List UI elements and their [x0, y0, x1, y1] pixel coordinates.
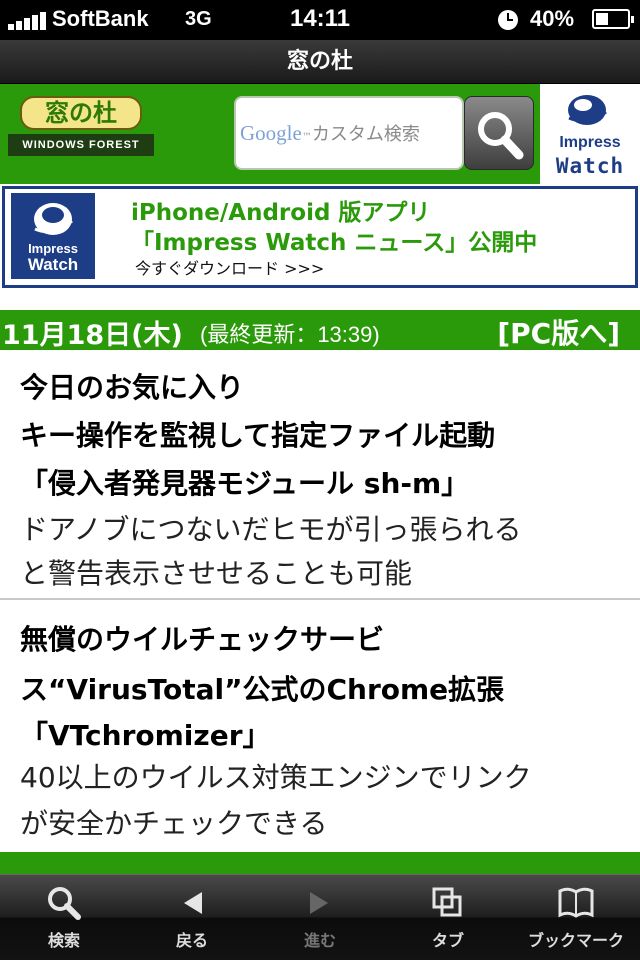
last-updated: (最終更新：13:39): [200, 322, 380, 347]
toolbar-forward-button[interactable]: 進む: [256, 875, 384, 960]
banner-subheadline: 「Impress Watch ニュース」公開中: [131, 230, 538, 256]
site-logo[interactable]: 窓の杜 WINDOWS FOREST: [8, 96, 154, 156]
date-bar: 11月18日(木) (最終更新：13:39) [PC版へ]: [0, 310, 640, 352]
globe-icon: [568, 95, 607, 125]
article-title-line: ス“VirusTotal”公式のChrome拡張: [20, 673, 505, 706]
article-title-line: 「侵入者発見器モジュール sh-m」: [20, 467, 470, 500]
toolbar-label: ブックマーク: [527, 931, 624, 950]
banner-download-link[interactable]: 今すぐダウンロード >>>: [135, 255, 324, 279]
banner-logo-line2: Watch: [27, 255, 79, 274]
toolbar-label: 進む: [303, 931, 336, 950]
date-label: 11月18日(木): [2, 320, 183, 351]
toolbar-label: 戻る: [175, 931, 208, 950]
impress-line2: Watch: [555, 154, 625, 178]
impress-watch-logo[interactable]: Impress Watch: [540, 84, 640, 184]
toolbar-back-button[interactable]: 戻る: [128, 875, 256, 960]
app-banner[interactable]: Impress Watch iPhone/Android 版アプリ 「Impre…: [2, 186, 638, 288]
impress-line1: Impress: [559, 134, 621, 151]
page-title: 窓の杜: [0, 40, 640, 84]
banner-logo: Impress Watch: [11, 193, 95, 279]
article-title-line: 無償のウイルチェックサービ: [20, 623, 385, 656]
logo-name: 窓の杜: [20, 96, 142, 130]
article-description-line: が安全かチェックできる: [20, 807, 328, 840]
article-title-line: キー操作を監視して指定ファイル起動: [20, 419, 496, 452]
site-header: 窓の杜 WINDOWS FOREST Google™カスタム検索 Impress…: [0, 84, 640, 184]
forward-arrow-icon: [310, 892, 328, 914]
bookmark-book-icon: [558, 887, 594, 918]
logo-subtitle: WINDOWS FOREST: [8, 134, 154, 156]
toolbar-tabs-button[interactable]: タブ: [384, 875, 512, 960]
article-description-line: ドアノブにつないだヒモが引っ張られる: [20, 513, 522, 546]
search-input[interactable]: Google™カスタム検索: [234, 96, 464, 170]
banner-area: Impress Watch iPhone/Android 版アプリ 「Impre…: [0, 184, 640, 292]
pc-version-link[interactable]: [PC版へ]: [497, 312, 620, 352]
search-icon: [48, 887, 81, 920]
search-placeholder-text: カスタム検索: [311, 124, 420, 145]
battery-icon: [592, 9, 634, 29]
search-icon: [478, 112, 524, 160]
tabs-icon: [432, 887, 462, 917]
browser-toolbar: 検索 戻る 進む タブ ブックマーク: [0, 874, 640, 960]
article-item[interactable]: 今日のお気に入り キー操作を監視して指定ファイル起動 「侵入者発見器モジュール …: [0, 352, 640, 600]
battery-fill: [596, 13, 608, 25]
toolbar-search-button[interactable]: 検索: [0, 875, 128, 960]
search-button[interactable]: [464, 96, 534, 170]
globe-icon: [34, 203, 73, 235]
toolbar-bookmarks-button[interactable]: ブックマーク: [512, 875, 640, 960]
article-description-line: と警告表示させせることも可能: [20, 557, 413, 590]
article-item[interactable]: 無償のウイルチェックサービ ス“VirusTotal”公式のChrome拡張 「…: [0, 602, 640, 852]
back-arrow-icon: [184, 892, 202, 914]
toolbar-label: 検索: [47, 931, 80, 950]
article-description-line: 40以上のウイルス対策エンジンでリンク: [20, 761, 532, 794]
article-title-line: 今日のお気に入り: [20, 371, 245, 404]
battery-percent: 40%: [530, 6, 575, 31]
status-bar: SoftBank 3G 14:11 40%: [0, 0, 640, 40]
alarm-clock-icon: [498, 10, 518, 30]
banner-headline: iPhone/Android 版アプリ: [131, 200, 431, 226]
search-placeholder: Google™カスタム検索: [240, 121, 420, 145]
banner-logo-line1: Impress: [28, 241, 78, 256]
google-label: Google: [240, 121, 302, 145]
footer-strip: [0, 852, 640, 874]
article-title-line: 「VTchromizer」: [20, 719, 271, 752]
toolbar-label: タブ: [431, 931, 464, 950]
